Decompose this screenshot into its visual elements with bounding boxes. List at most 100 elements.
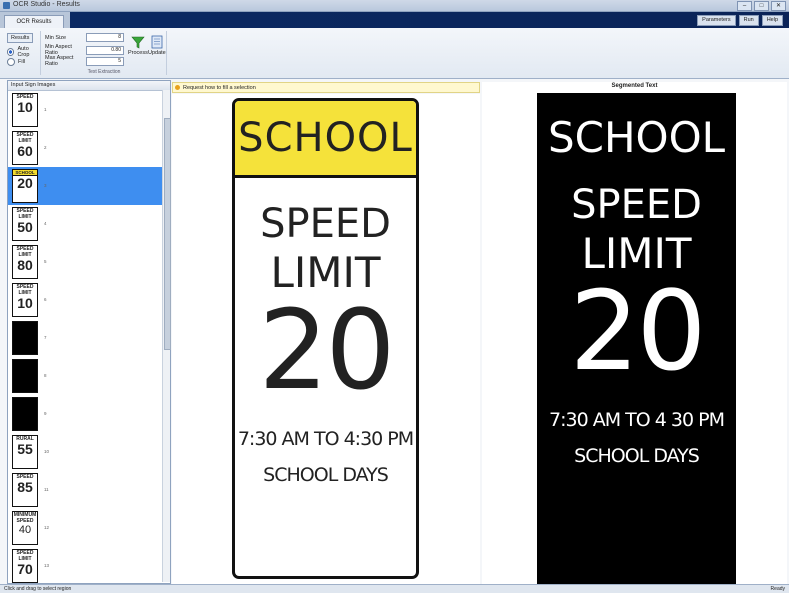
seg-number-text: 20 [569, 267, 707, 395]
maximize-button[interactable]: □ [754, 1, 769, 11]
info-icon [175, 85, 180, 90]
seg-time-text: 7:30 AM TO 4 30 PM [549, 409, 725, 431]
minimize-button[interactable]: – [737, 1, 752, 11]
list-item[interactable]: SPEED LIMIT 50 4 [8, 205, 162, 243]
sign-speed-text: SPEED [260, 201, 391, 247]
thumbnail-number: 85 [17, 479, 33, 495]
sign-days-text: SCHOOL DAYS [263, 464, 389, 486]
scrollbar-thumb[interactable] [164, 118, 171, 350]
process-label: Process [128, 50, 148, 56]
thumbnail-number: 40 [18, 524, 32, 536]
sign-time-text: 7:30 AM TO 4:30 PM [237, 428, 414, 450]
window-title: OCR Studio - Results [13, 1, 80, 8]
sign-thumbnail: SPEED LIMIT 10 [12, 283, 38, 317]
image-list-header: Input Sign Images [8, 81, 170, 91]
close-button[interactable]: ✕ [771, 1, 786, 11]
segmented-sign: SCHOOL SPEED LIMIT 20 7:30 AM TO 4 30 PM… [537, 93, 736, 584]
ribbon: Results Auto Crop Fill Min Size 8 Min As… [0, 28, 789, 79]
school-speed-sign: SCHOOL SPEED LIMIT 20 7:30 AM TO 4:30 PM… [232, 98, 419, 579]
thumbnail-index: 7 [44, 335, 47, 340]
thumbnail-index: 6 [44, 297, 47, 302]
sign-thumbnail: SCHOOL 20 [12, 169, 38, 203]
sign-thumbnail [12, 321, 38, 355]
thumbnail-number: 10 [17, 99, 33, 115]
seg-header-text: SCHOOL [547, 113, 726, 162]
sign-number-text: 20 [258, 286, 396, 414]
info-bar: Request how to fill a selection [172, 82, 480, 93]
thumbnail-caption: MINIMUM SPEED [13, 512, 37, 524]
thumbnail-index: 13 [44, 563, 50, 568]
list-item[interactable]: 8 [8, 357, 162, 395]
title-bar: OCR Studio - Results – □ ✕ [0, 0, 789, 12]
thumbnail-number: 60 [17, 143, 33, 159]
sign-header-panel: SCHOOL [235, 101, 416, 178]
update-label: Update [148, 50, 166, 56]
thumbnail-number: 10 [17, 295, 33, 311]
list-item[interactable]: SPEED LIMIT 70 13 [8, 547, 162, 585]
sign-thumbnail: SPEED LIMIT 70 [12, 549, 38, 583]
thumbnail-number: 20 [17, 175, 33, 191]
fill-radio[interactable] [7, 58, 15, 66]
segmented-title: Segmented Text [611, 83, 658, 89]
original-image-view[interactable]: SCHOOL SPEED LIMIT 20 7:30 AM TO 4:30 PM… [172, 94, 480, 584]
ribbon-tab-bar: OCR Results Parameters Run Help [0, 12, 789, 29]
list-item[interactable]: SPEED 10 1 [8, 91, 162, 129]
thumbnail-index: 11 [44, 487, 49, 492]
min-size-input[interactable]: 8 [86, 33, 124, 42]
sign-thumbnail: RURAL 55 [12, 435, 38, 469]
sign-thumbnail [12, 397, 38, 431]
list-item[interactable]: 7 [8, 319, 162, 357]
fill-label: Fill [18, 59, 26, 65]
tab-parameters[interactable]: Parameters [697, 15, 736, 26]
list-item[interactable]: RURAL 55 10 [8, 433, 162, 471]
thumbnail-index: 2 [44, 145, 47, 150]
tab-help[interactable]: Help [761, 15, 783, 26]
image-list-panel: Input Sign Images SPEED 10 1 SPEED LIMIT 60 2… [7, 80, 171, 584]
sign-thumbnail: SPEED 10 [12, 93, 38, 127]
sign-thumbnail [12, 359, 38, 393]
list-item[interactable]: SPEED LIMIT 80 5 [8, 243, 162, 281]
seg-days-text: SCHOOL DAYS [574, 445, 700, 467]
max-aspect-input[interactable]: 5 [86, 56, 124, 66]
sign-thumbnail: SPEED LIMIT 60 [12, 131, 38, 165]
thumbnail-index: 5 [44, 259, 47, 264]
min-size-label: Min Size [45, 34, 67, 41]
image-list-scrollbar[interactable] [162, 90, 171, 582]
thumbnail-number: 80 [17, 257, 33, 273]
list-item[interactable]: SCHOOL 20 3 [8, 167, 162, 205]
process-button[interactable]: Process [128, 35, 148, 56]
sign-header-text: SCHOOL [238, 115, 413, 161]
app-icon [3, 2, 10, 9]
ribbon-group-mode: Results Auto Crop Fill [4, 31, 41, 75]
ribbon-group-extraction: Min Size 8 Min Aspect Ratio 0.80 Max Asp… [42, 31, 167, 75]
thumbnail-index: 1 [44, 107, 47, 112]
list-item[interactable]: SPEED LIMIT 60 2 [8, 129, 162, 167]
min-aspect-input[interactable]: 0.80 [86, 45, 124, 55]
thumbnail-index: 10 [44, 449, 50, 454]
thumbnail-index: 8 [44, 373, 47, 378]
segmented-text-view[interactable]: Segmented Text SCHOOL SPEED LIMIT 20 7:3… [482, 82, 787, 584]
sign-thumbnail: SPEED LIMIT 50 [12, 207, 38, 241]
thumbnail-index: 4 [44, 221, 47, 226]
auto-crop-label: Auto Crop [17, 46, 30, 58]
tab-run[interactable]: Run [738, 15, 759, 26]
tab-ocr-results[interactable]: OCR Results [4, 15, 64, 29]
funnel-icon [131, 36, 145, 49]
list-item[interactable]: MINIMUM SPEED 40 12 [8, 509, 162, 547]
document-icon [151, 35, 163, 49]
info-text: Request how to fill a selection [183, 85, 256, 91]
ribbon-group-title: Text Extraction [87, 69, 121, 75]
thumbnail-number: 55 [17, 441, 33, 457]
results-button[interactable]: Results [7, 33, 34, 43]
seg-speed-text: SPEED [571, 182, 702, 228]
list-item[interactable]: 9 [8, 395, 162, 433]
auto-crop-radio[interactable] [7, 48, 15, 56]
thumbnail-index: 12 [44, 525, 50, 530]
list-item[interactable]: SPEED LIMIT 10 6 [8, 281, 162, 319]
list-item[interactable]: SPEED 85 11 [8, 471, 162, 509]
thumbnail-number: 70 [17, 561, 33, 577]
update-button[interactable]: Update [148, 35, 166, 56]
sign-thumbnail: MINIMUM SPEED 40 [12, 511, 38, 545]
sign-thumbnail: SPEED 85 [12, 473, 38, 507]
max-aspect-label: Max Aspect Ratio [45, 55, 74, 67]
